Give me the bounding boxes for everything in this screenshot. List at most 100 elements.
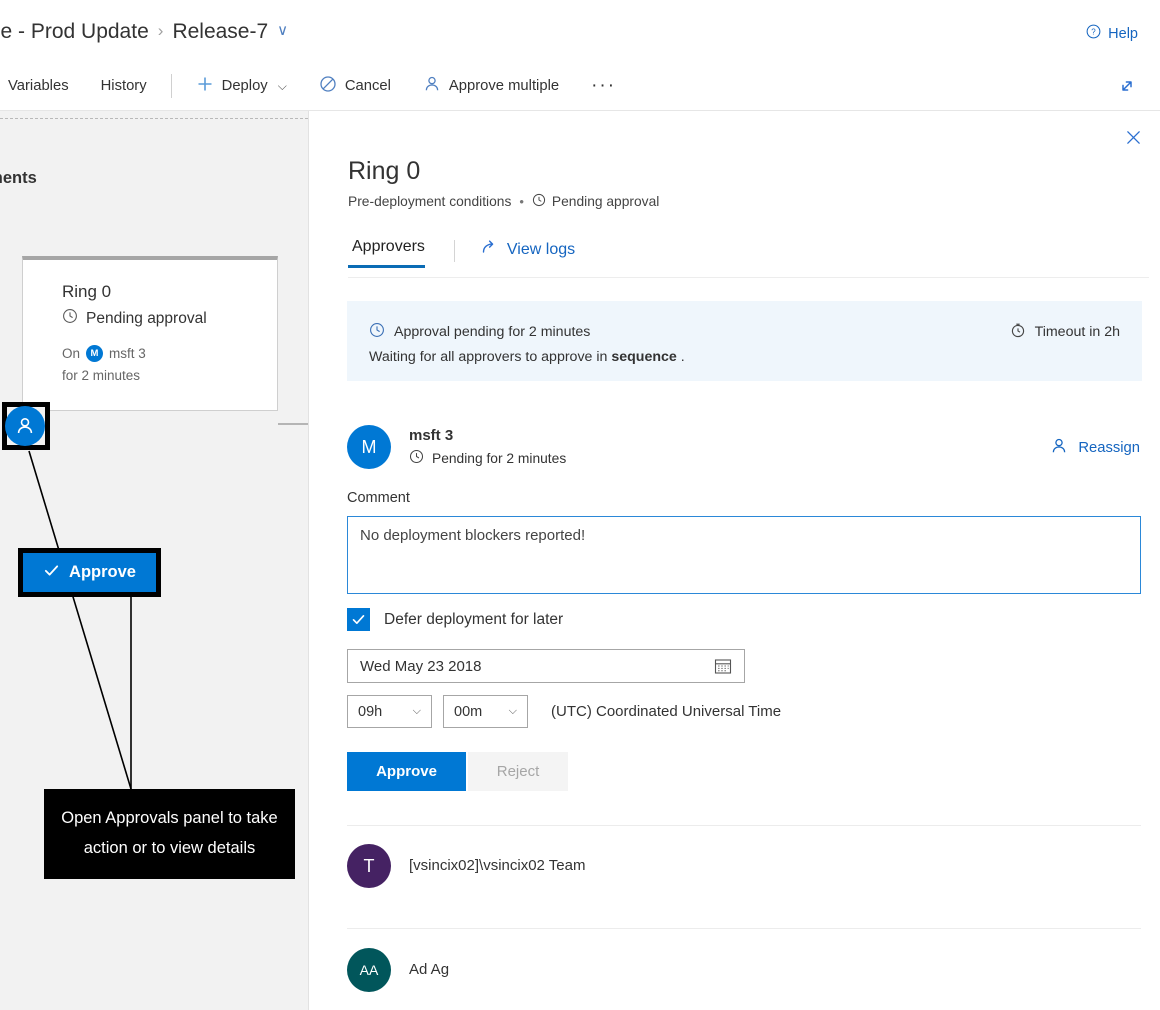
breadcrumb-separator-icon: ›: [158, 21, 164, 40]
banner-waiting-bold: sequence: [611, 349, 676, 365]
help-circle-icon: ?: [1086, 24, 1101, 43]
approver-entry: M msft 3 Pending for 2 minutes Reassign: [347, 425, 1142, 471]
environments-heading: onments: [0, 169, 37, 188]
breadcrumb-current[interactable]: Release-7: [172, 20, 268, 43]
list-item[interactable]: AA Ad Ag: [347, 948, 1141, 992]
panel-subtitle-context: Pre-deployment conditions: [348, 194, 511, 209]
defer-minute-select[interactable]: 00m ⌵: [443, 695, 528, 728]
help-label: Help: [1108, 26, 1138, 42]
banner-waiting-row: Waiting for all approvers to approve in …: [369, 349, 685, 365]
help-button[interactable]: ? Help: [1086, 24, 1138, 43]
stage-card-approver-row: On M msft 3: [62, 345, 146, 362]
toolbar-item-history[interactable]: History: [85, 62, 163, 110]
clock-icon: [409, 449, 424, 467]
person-icon: [5, 406, 45, 446]
defer-time-row: 09h ⌵ 00m ⌵ (UTC) Coordinated Universal …: [347, 695, 781, 728]
banner-timeout-label: Timeout in 2h: [1035, 324, 1120, 340]
breadcrumb: se - Prod Update › Release-7 ∨: [0, 20, 288, 44]
panel-subtitle: Pre-deployment conditions • Pending appr…: [348, 193, 659, 210]
comment-input[interactable]: [347, 516, 1141, 594]
timer-icon: [1010, 322, 1026, 342]
defer-hour-select[interactable]: 09h ⌵: [347, 695, 432, 728]
plus-icon: [196, 75, 214, 97]
clock-icon: [532, 193, 546, 210]
person-icon: [423, 75, 441, 97]
banner-waiting-suffix: .: [677, 349, 685, 365]
person-icon: [1050, 437, 1068, 459]
approval-action-buttons: Approve Reject: [347, 752, 568, 791]
stage-card-duration: for 2 minutes: [62, 368, 140, 383]
avatar: M: [347, 425, 391, 469]
cancel-icon: [319, 75, 337, 97]
avatar: AA: [347, 948, 391, 992]
banner-pending-label: Approval pending for 2 minutes: [394, 324, 590, 340]
toolbar-divider: [171, 74, 172, 98]
stage-card-status-label: Pending approval: [86, 310, 207, 328]
approver-name: Ad Ag: [409, 961, 449, 978]
toolbar-item-cancel[interactable]: Cancel: [303, 62, 407, 110]
defer-deployment-checkbox-row[interactable]: Defer deployment for later: [347, 608, 563, 631]
approver-divider: [347, 928, 1141, 929]
clock-icon: [369, 322, 385, 342]
reassign-button[interactable]: Reassign: [1050, 437, 1140, 459]
svg-text:?: ?: [1091, 28, 1096, 37]
approver-name: msft 3: [409, 427, 453, 444]
expand-icon[interactable]: [1116, 75, 1138, 102]
close-icon[interactable]: [1118, 122, 1148, 152]
canvas-approve-label: Approve: [69, 563, 136, 582]
bullet-separator-icon: •: [519, 194, 524, 209]
calendar-icon[interactable]: [714, 657, 744, 675]
approver-status-label: Pending for 2 minutes: [432, 451, 566, 466]
toolbar-variables-label: Variables: [8, 78, 69, 94]
approver-status: Pending for 2 minutes: [409, 449, 566, 467]
approval-person-badge[interactable]: [2, 402, 50, 450]
defer-checkbox[interactable]: [347, 608, 370, 631]
chevron-down-icon: ⌵: [509, 705, 517, 718]
reject-button[interactable]: Reject: [468, 752, 568, 791]
approve-button[interactable]: Approve: [347, 752, 466, 791]
defer-checkbox-label: Defer deployment for later: [384, 611, 563, 629]
reassign-label: Reassign: [1078, 440, 1140, 456]
approver-name: [vsincix02]\vsincix02 Team: [409, 857, 585, 874]
banner-waiting-prefix: Waiting for all approvers to approve in: [369, 349, 611, 365]
toolbar-item-approve-multiple[interactable]: Approve multiple: [407, 62, 575, 110]
toolbar-item-deploy[interactable]: Deploy ⌵: [180, 62, 303, 110]
tab-view-logs[interactable]: View logs: [476, 238, 583, 273]
defer-date-input[interactable]: Wed May 23 2018: [347, 649, 745, 683]
stage-connector-line: [278, 423, 308, 425]
pipeline-canvas: onments Ring 0 Pending approval On M msf…: [0, 111, 308, 1010]
tab-divider: [454, 240, 455, 262]
toolbar: Variables History Deploy ⌵ Cancel Approv…: [0, 62, 1160, 110]
defer-timezone-label: (UTC) Coordinated Universal Time: [551, 703, 781, 720]
panel-tabs: Approvers View logs: [348, 238, 1148, 278]
breadcrumb-parent[interactable]: se - Prod Update: [0, 20, 149, 43]
stage-card-ring-0[interactable]: Ring 0 Pending approval On M msft 3 for …: [22, 256, 278, 411]
stage-card-status: Pending approval: [62, 308, 207, 329]
avatar: M: [86, 345, 103, 362]
toolbar-item-variables[interactable]: Variables: [0, 62, 85, 110]
tab-approvers[interactable]: Approvers: [348, 238, 433, 268]
stage-card-approver-name: msft 3: [109, 346, 146, 361]
stage-card-on-label: On: [62, 346, 80, 361]
stage-card-title: Ring 0: [62, 282, 111, 302]
toolbar-history-label: History: [101, 78, 147, 94]
chevron-down-icon: ⌵: [413, 705, 421, 718]
toolbar-approve-multiple-label: Approve multiple: [449, 78, 559, 94]
chevron-down-icon[interactable]: ∨: [277, 22, 288, 39]
canvas-approve-button[interactable]: Approve: [18, 548, 161, 597]
chevron-down-icon[interactable]: ⌵: [278, 79, 287, 94]
share-arrow-icon: [480, 238, 498, 261]
approval-status-banner: Approval pending for 2 minutes Waiting f…: [347, 301, 1142, 381]
breadcrumb-bar: se - Prod Update › Release-7 ∨ ? Help: [0, 0, 1160, 62]
callout-tooltip: Open Approvals panel to take action or t…: [44, 789, 295, 879]
avatar: T: [347, 844, 391, 888]
list-item[interactable]: T [vsincix02]\vsincix02 Team: [347, 844, 1141, 888]
toolbar-overflow-button[interactable]: ···: [575, 62, 632, 110]
banner-timeout-row: Timeout in 2h: [1010, 322, 1120, 342]
defer-date-value: Wed May 23 2018: [348, 658, 714, 675]
banner-pending-row: Approval pending for 2 minutes: [369, 322, 590, 342]
status-badge: Pending approval: [552, 194, 659, 209]
defer-minute-value: 00m: [454, 704, 482, 720]
check-icon: [43, 562, 60, 584]
tab-approvers-label: Approvers: [352, 238, 425, 255]
